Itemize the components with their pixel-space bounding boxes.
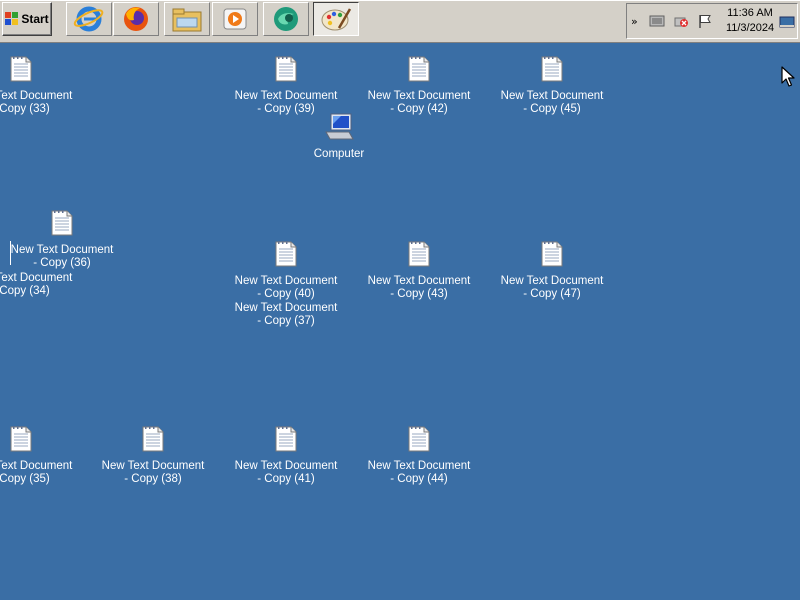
network-icon[interactable] [649,13,665,29]
quick-launch-media-player[interactable] [212,2,258,36]
desktop-file-copy-33[interactable]: New Text Document- Copy (33) [0,54,76,115]
text-document-icon [408,426,430,452]
text-document-icon [10,56,32,82]
text-document-icon [408,56,430,82]
desktop-file-copy-43[interactable]: New Text Document - Copy (43) [364,239,474,300]
quick-launch-browser[interactable] [263,2,309,36]
desktop-file-copy-35[interactable]: New Text Document- Copy (35) [0,424,76,485]
file-label: New Text Document - Copy (41) [234,460,338,485]
show-hidden-icons-chevron-icon[interactable]: » [631,15,638,28]
quick-launch-file-explorer[interactable] [164,2,210,36]
desktop-file-copy-38[interactable]: New Text Document - Copy (38) [98,424,208,485]
text-document-icon [142,426,164,452]
desktop-file-copy-40[interactable]: New Text Document - Copy (40) [231,239,341,300]
desktop-file-copy-36[interactable]: New Text Document - Copy (36) [7,208,117,269]
desktop-file-copy-42[interactable]: New Text Document - Copy (42) [364,54,474,115]
file-label: New Text Document- Copy (35) [0,460,73,485]
clock-date[interactable]: 11/3/2024 [725,22,775,34]
file-label: New Text Document - Copy (43) [367,275,471,300]
text-document-icon [10,426,32,452]
quick-launch-internet-explorer[interactable] [66,2,112,36]
start-label: Start [21,12,49,26]
quick-launch-firefox[interactable] [113,2,159,36]
text-document-icon [541,241,563,267]
show-desktop-icon[interactable] [779,14,795,30]
file-label: New Text Document - Copy (45) [500,90,604,115]
computer-icon [325,113,354,140]
file-label: New Text Document - Copy (38) [101,460,205,485]
action-center-flag-icon[interactable] [697,13,713,29]
browser-globe-icon [274,7,298,31]
desktop-file-copy-45[interactable]: New Text Document - Copy (45) [497,54,607,115]
firefox-icon [124,7,148,31]
taskbar: Start » 11:36 AM 11/3/2024 [0,0,800,43]
file-label: New Text Document - Copy (36) [10,244,114,269]
quick-launch-paint[interactable] [313,2,359,36]
file-label: New Text Document - Copy (47) [500,275,604,300]
text-document-icon [275,56,297,82]
media-player-icon [223,8,247,30]
clock-time[interactable]: 11:36 AM [725,7,775,19]
text-document-icon [408,241,430,267]
mouse-pointer-icon [781,66,795,87]
internet-explorer-icon [73,6,104,32]
start-button[interactable]: Start [2,2,52,36]
text-document-icon [541,56,563,82]
desktop-file-copy-41[interactable]: New Text Document - Copy (41) [231,424,341,485]
system-tray: » 11:36 AM 11/3/2024 [626,3,798,39]
text-document-icon [275,241,297,267]
file-label: New Text Document- Copy (33) [0,90,73,115]
paint-icon [321,8,352,31]
desktop-file-copy-47[interactable]: New Text Document - Copy (47) [497,239,607,300]
desktop-computer[interactable]: Computer [284,112,394,162]
file-label: New Text Document - Copy (40) [234,275,338,300]
file-label: New Text Document - Copy (44) [367,460,471,485]
desktop-file-copy-39[interactable]: New Text Document - Copy (39) [231,54,341,115]
desktop-file-copy-37[interactable]: New Text Document - Copy (37) [231,302,341,328]
text-caret [10,241,11,265]
text-document-icon [275,426,297,452]
volume-muted-icon[interactable] [673,13,689,29]
file-explorer-icon [172,8,202,32]
text-document-icon [51,210,73,236]
computer-label: Computer [313,148,365,160]
desktop-file-copy-34[interactable]: New Text Document- Copy (34) [0,272,76,298]
windows-flag-icon [5,12,19,26]
desktop-file-copy-44[interactable]: New Text Document - Copy (44) [364,424,474,485]
